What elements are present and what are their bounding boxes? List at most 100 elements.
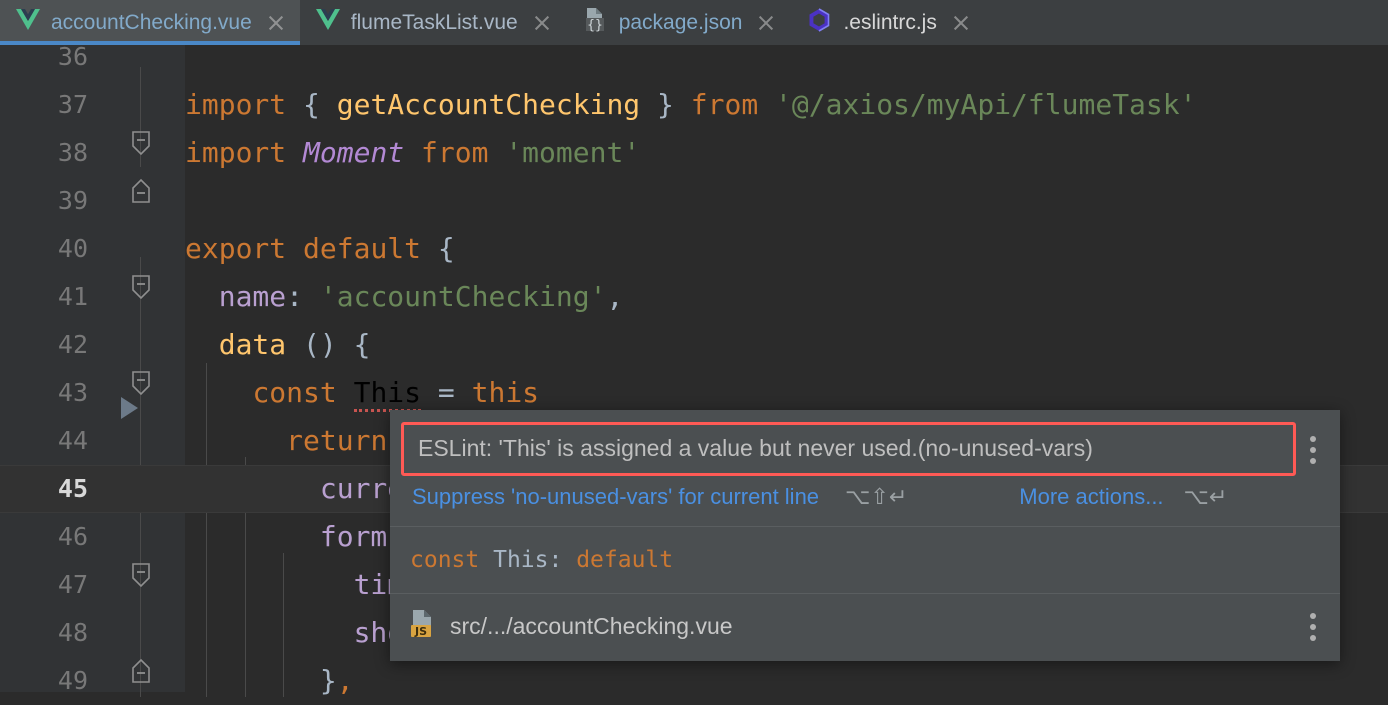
code-token: This — [353, 376, 422, 412]
tooltip-actions-row: Suppress 'no-unused-vars' for current li… — [390, 476, 1340, 526]
code-token: this — [471, 376, 540, 409]
code-line: 40 export default { — [0, 225, 1388, 273]
error-message-box: ESLint: 'This' is assigned a value but n… — [401, 422, 1296, 476]
line-number: 39 — [57, 186, 88, 215]
js-file-icon: JS — [407, 608, 437, 645]
code-token: import — [185, 136, 287, 169]
code-text: import { getAccountChecking } from '@/ax… — [185, 81, 1196, 129]
code-token: const — [252, 376, 337, 409]
more-options-icon[interactable] — [1296, 410, 1330, 464]
code-token: : — [286, 280, 320, 313]
code-line: 49 }, — [0, 657, 1388, 705]
line-number: 46 — [57, 522, 88, 551]
code-token: export — [185, 232, 287, 265]
svg-text:JS: JS — [414, 625, 427, 638]
code-token: return — [286, 424, 388, 457]
line-number: 40 — [57, 234, 88, 263]
code-text: export default { — [185, 225, 455, 273]
eslint-inspection-tooltip[interactable]: ESLint: 'This' is assigned a value but n… — [390, 410, 1340, 661]
code-line: 39 — [0, 177, 1388, 225]
code-line: 36 — [0, 33, 1388, 81]
suppress-rule-link[interactable]: Suppress 'no-unused-vars' for current li… — [412, 484, 819, 510]
code-text: }, — [185, 657, 354, 705]
line-number: 45 — [57, 474, 88, 503]
line-number: 42 — [57, 330, 88, 359]
code-token: default — [303, 232, 422, 265]
code-token: from — [421, 136, 489, 169]
code-token: '@/axios/myApi/flumeTask' — [775, 88, 1197, 121]
code-token: = — [437, 376, 472, 409]
line-number: 37 — [57, 90, 88, 119]
source-file-path: src/.../accountChecking.vue — [450, 613, 733, 639]
more-options-icon[interactable] — [1296, 612, 1330, 641]
code-text: return { — [185, 417, 421, 465]
code-token: () { — [303, 328, 371, 361]
signature-type: default — [576, 547, 674, 573]
close-icon[interactable] — [266, 13, 286, 33]
error-message-text: ESLint: 'This' is assigned a value but n… — [418, 435, 1093, 461]
code-text: name: 'accountChecking', — [185, 273, 624, 321]
tab-label: flumeTaskList.vue — [350, 10, 518, 34]
tooltip-message-section: ESLint: 'This' is assigned a value but n… — [390, 410, 1340, 526]
code-token: Moment — [303, 136, 405, 169]
line-number: 47 — [57, 570, 88, 599]
code-token: { — [303, 88, 320, 121]
close-icon[interactable] — [756, 13, 776, 33]
code-text: data () { — [185, 321, 371, 369]
line-number: 48 — [57, 618, 88, 647]
code-token: , — [606, 280, 624, 313]
code-token: } — [657, 88, 674, 121]
code-line: 38 import Moment from 'moment' — [0, 129, 1388, 177]
more-actions-shortcut-hint: ⌥↵ — [1183, 484, 1228, 509]
signature-keyword: const — [410, 547, 480, 573]
code-token: { — [437, 232, 455, 265]
close-icon[interactable] — [532, 13, 552, 33]
signature-name: This: — [479, 547, 577, 573]
code-token: from — [690, 88, 759, 121]
symbol-signature: const This: default — [390, 527, 1340, 593]
tab-label: package.json — [618, 10, 743, 34]
suppress-shortcut-hint: ⌥⇧↵ — [845, 484, 908, 509]
code-token: } — [319, 664, 337, 697]
code-token: 'moment' — [505, 136, 641, 169]
code-token: name — [218, 280, 287, 313]
code-line: 42 data () { — [0, 321, 1388, 369]
source-file-row[interactable]: JS src/.../accountChecking.vue — [390, 594, 1340, 661]
tab-label: .eslintrc.js — [843, 10, 937, 34]
line-number: 38 — [57, 138, 88, 167]
line-number: 36 — [57, 42, 88, 71]
line-number: 43 — [57, 378, 88, 407]
code-token: getAccountChecking — [336, 88, 641, 121]
more-actions-link[interactable]: More actions... — [1019, 484, 1163, 510]
code-token: 'accountChecking' — [319, 280, 607, 313]
line-number: 44 — [57, 426, 88, 455]
code-token: data — [218, 328, 287, 361]
code-line: 41 name: 'accountChecking', — [0, 273, 1388, 321]
code-text: import Moment from 'moment' — [185, 129, 640, 177]
close-icon[interactable] — [951, 13, 971, 33]
code-line: 37 import { getAccountChecking } from '@/… — [0, 81, 1388, 129]
code-token: import — [185, 88, 287, 121]
